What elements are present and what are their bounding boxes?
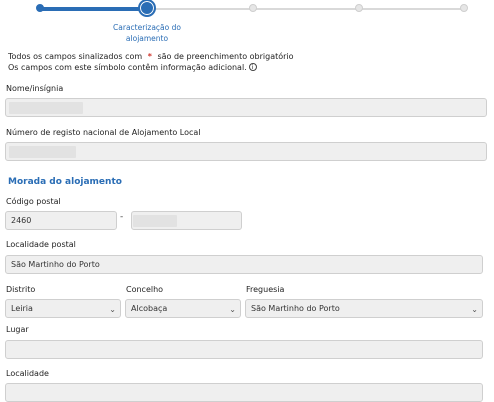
redacted-value	[133, 215, 177, 227]
registo-input[interactable]	[5, 142, 487, 161]
localidade-postal-input[interactable]: São Martinho do Porto	[5, 255, 483, 274]
chevron-down-icon: ⌄	[471, 305, 478, 314]
stepper-progress-fill	[40, 7, 147, 11]
morada-section-title: Morada do alojamento	[8, 177, 122, 187]
step-5-dot[interactable]	[460, 4, 468, 12]
registo-label: Número de registo nacional de Alojamento…	[6, 128, 201, 137]
required-fields-note: Todos os campos sinalizados com * são de…	[8, 52, 294, 61]
info-symbol-note: Os campos com este símbolo contêm inform…	[8, 63, 257, 72]
lugar-input[interactable]	[5, 340, 483, 359]
chevron-down-icon: ⌄	[229, 305, 236, 314]
chevron-down-icon: ⌄	[109, 305, 116, 314]
concelho-select[interactable]: Alcobaça ⌄	[125, 299, 241, 318]
redacted-value	[9, 146, 76, 158]
codigo-postal-label: Código postal	[6, 197, 61, 206]
concelho-label: Concelho	[126, 285, 164, 294]
redacted-value	[9, 102, 83, 114]
lugar-label: Lugar	[6, 325, 29, 334]
codigo-postal-separator: -	[120, 212, 124, 222]
nome-input[interactable]	[5, 98, 487, 117]
localidade-label: Localidade	[6, 369, 49, 378]
nome-label: Nome/insígnia	[6, 84, 64, 93]
distrito-label: Distrito	[6, 285, 36, 294]
distrito-select[interactable]: Leiria ⌄	[5, 299, 121, 318]
step-1-dot[interactable]	[36, 4, 44, 12]
localidade-input[interactable]	[5, 383, 483, 402]
step-3-dot[interactable]	[249, 4, 257, 12]
step-2-current-dot[interactable]	[138, 0, 156, 17]
current-step-label: Caracterização do alojamento	[113, 23, 181, 43]
freguesia-label: Freguesia	[246, 285, 285, 294]
localidade-postal-label: Localidade postal	[6, 240, 76, 249]
codigo-postal-input-1[interactable]: 2460	[5, 211, 117, 230]
info-icon: i	[248, 63, 257, 71]
codigo-postal-input-2[interactable]	[131, 211, 242, 230]
step-4-dot[interactable]	[355, 4, 363, 12]
freguesia-select[interactable]: São Martinho do Porto ⌄	[245, 299, 483, 318]
required-star-icon: *	[147, 52, 152, 61]
